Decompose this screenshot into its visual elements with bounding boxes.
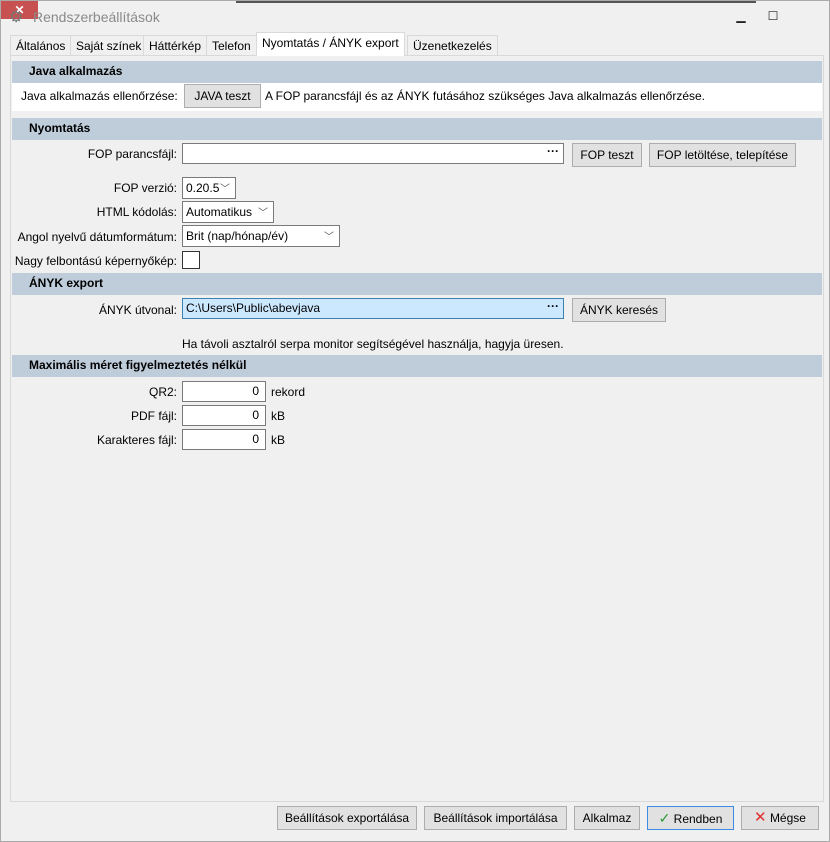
cancel-button[interactable]: ✕ Mégse — [741, 806, 819, 830]
window-title: Rendszerbeállítások — [33, 9, 160, 25]
import-settings-button[interactable]: Beállítások importálása — [424, 806, 567, 830]
anyk-search-button[interactable]: ÁNYK keresés — [572, 298, 666, 322]
html-encoding-select[interactable]: Automatikus ﹀ — [182, 201, 274, 223]
tab-general[interactable]: Általános — [10, 35, 72, 56]
java-header: Java alkalmazás — [12, 61, 822, 83]
tab-background[interactable]: Háttérkép — [143, 35, 208, 56]
html-encoding-label: HTML kódolás: — [96, 205, 177, 219]
fop-version-label: FOP verzió: — [113, 181, 177, 195]
chevron-down-icon: ﹀ — [220, 184, 230, 195]
date-format-value: Brit (nap/hónap/év) — [186, 229, 289, 243]
text-file-input[interactable]: 0 — [182, 429, 266, 450]
fop-test-button[interactable]: FOP teszt — [572, 143, 642, 167]
export-settings-button[interactable]: Beállítások exportálása — [277, 806, 417, 830]
date-format-label: Angol nyelvű dátumformátum: — [17, 230, 177, 244]
print-header: Nyomtatás — [12, 118, 822, 140]
apply-button[interactable]: Alkalmaz — [574, 806, 640, 830]
maximize-button[interactable]: ☐ — [761, 9, 785, 25]
tab-own-colors[interactable]: Saját színek — [70, 35, 148, 56]
anyk-path-value: C:\Users\Public\abevjava — [186, 301, 321, 315]
anyk-header: ÁNYK export — [12, 273, 822, 295]
fop-file-input[interactable]: ··· — [182, 143, 564, 164]
hires-label: Nagy felbontású képernyőkép: — [14, 254, 177, 268]
anyk-hint: Ha távoli asztalról serpa monitor segíts… — [182, 337, 564, 351]
tab-messages[interactable]: Üzenetkezelés — [407, 35, 498, 56]
pdf-input[interactable]: 0 — [182, 405, 266, 426]
check-icon: ✓ — [658, 810, 671, 826]
qr2-input[interactable]: 0 — [182, 381, 266, 402]
text-file-unit: kB — [271, 433, 286, 447]
java-test-button[interactable]: JAVA teszt — [184, 84, 261, 108]
maxsize-header: Maximális méret figyelmeztetés nélkül — [12, 355, 822, 377]
pdf-unit: kB — [271, 409, 286, 423]
window-edge — [236, 1, 756, 3]
anyk-path-label: ÁNYK útvonal: — [98, 303, 177, 317]
tab-panel — [10, 55, 824, 802]
anyk-path-input[interactable]: C:\Users\Public\abevjava ··· — [182, 298, 564, 319]
tab-phone[interactable]: Telefon — [206, 35, 257, 56]
browse-button[interactable]: ··· — [547, 144, 559, 158]
chevron-down-icon: ﹀ — [324, 232, 334, 243]
ok-label: Rendben — [673, 812, 723, 826]
fop-version-value: 0.20.5 — [186, 181, 220, 195]
cancel-label: Mégse — [769, 811, 806, 825]
hires-checkbox[interactable] — [182, 251, 200, 269]
fop-version-select[interactable]: 0.20.5 ﹀ — [182, 177, 236, 199]
fop-download-button[interactable]: FOP letöltése, telepítése — [649, 143, 796, 167]
chevron-down-icon: ﹀ — [258, 208, 268, 219]
java-description: A FOP parancsfájl és az ÁNYK futásához s… — [265, 89, 705, 103]
qr2-unit: rekord — [271, 385, 306, 399]
x-icon: ✕ — [754, 809, 767, 826]
java-check-label: Java alkalmazás ellenőrzése: — [21, 89, 178, 103]
fop-file-label: FOP parancsfájl: — [87, 147, 177, 161]
browse-button[interactable]: ··· — [547, 299, 559, 313]
date-format-select[interactable]: Brit (nap/hónap/év) ﹀ — [182, 225, 340, 247]
settings-window: ⚙ Rendszerbeállítások ▁ ☐ ✕ Általános Sa… — [0, 0, 830, 842]
qr2-label: QR2: — [148, 385, 177, 399]
text-file-label: Karakteres fájl: — [96, 433, 177, 447]
minimize-button[interactable]: ▁ — [729, 9, 753, 25]
html-encoding-value: Automatikus — [186, 205, 253, 219]
gear-icon: ⚙ — [9, 9, 24, 26]
tab-print-anyk[interactable]: Nyomtatás / ÁNYK export — [256, 32, 405, 56]
ok-button[interactable]: ✓ Rendben — [647, 806, 734, 830]
pdf-label: PDF fájl: — [130, 409, 177, 423]
